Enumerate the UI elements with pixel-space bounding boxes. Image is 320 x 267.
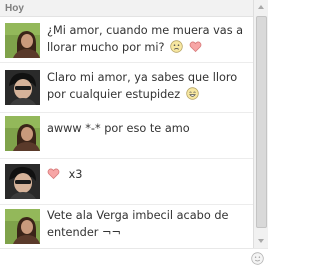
message-text: awww *-* por eso te amo [47, 120, 250, 137]
scroll-down-arrow-icon[interactable] [254, 234, 268, 248]
message-body: x3 [68, 168, 83, 181]
message-row: ¿Mi amor, cuando me muera vas a llorar m… [0, 18, 253, 62]
avatar-girl-image [5, 116, 40, 151]
avatar-boy-image [5, 70, 40, 105]
message-text: x3 [47, 166, 250, 183]
sad-face-icon [170, 40, 183, 53]
avatar-boy-image [5, 164, 40, 199]
avatar-girl[interactable] [5, 209, 40, 244]
avatar-girl-image [5, 209, 40, 244]
avatar-boy[interactable] [5, 70, 40, 105]
message-body: awww *-* por eso te amo [47, 122, 190, 135]
message-body: ¿Mi amor, cuando me muera vas a llorar m… [47, 24, 244, 54]
heart-icon [47, 167, 60, 180]
grin-face-icon [186, 87, 199, 100]
scroll-up-arrow-icon[interactable] [254, 0, 268, 14]
message-text: Vete ala Verga imbecil acabo de entender… [47, 207, 250, 241]
emoticon-picker-icon[interactable] [251, 252, 264, 265]
message-body: Vete ala Verga imbecil acabo de entender… [47, 209, 229, 239]
scroll-thumb[interactable] [256, 16, 267, 228]
message-row: Claro mi amor, ya sabes que lloro por cu… [0, 62, 253, 112]
message-row: Vete ala Verga imbecil acabo de entender… [0, 204, 253, 248]
avatar-girl[interactable] [5, 116, 40, 151]
message-thread: ¿Mi amor, cuando me muera vas a llorar m… [0, 18, 253, 267]
date-header: Hoy [0, 0, 253, 17]
date-label: Hoy [5, 3, 24, 14]
avatar-girl-image [5, 23, 40, 58]
message-row: x3 [0, 158, 253, 204]
vertical-scrollbar[interactable] [253, 0, 268, 248]
avatar-boy[interactable] [5, 164, 40, 199]
chat-input-bar[interactable] [0, 248, 268, 267]
avatar-girl[interactable] [5, 23, 40, 58]
heart-icon [189, 40, 202, 53]
message-text: ¿Mi amor, cuando me muera vas a llorar m… [47, 22, 250, 56]
message-row: awww *-* por eso te amo [0, 112, 253, 158]
message-text: Claro mi amor, ya sabes que lloro por cu… [47, 69, 250, 103]
message-body: Claro mi amor, ya sabes que lloro por cu… [47, 71, 238, 101]
